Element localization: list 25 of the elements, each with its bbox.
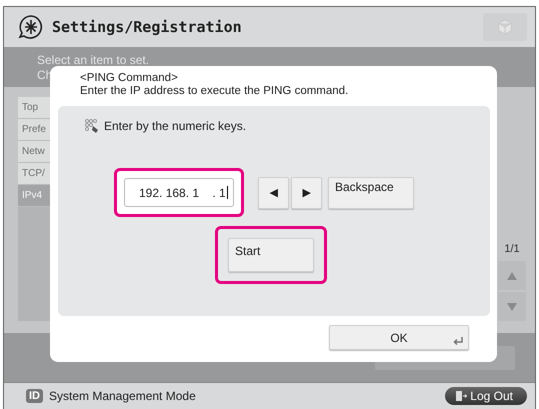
hint-text: Enter by the numeric keys. bbox=[104, 119, 246, 133]
down-triangle-icon bbox=[506, 302, 518, 312]
dialog-message: Enter the IP address to execute the PING command. bbox=[79, 85, 350, 98]
instruction-text: Select an item to set. bbox=[37, 53, 150, 68]
keypad-icon bbox=[84, 118, 100, 134]
door-icon bbox=[455, 390, 468, 402]
asterisk-gear-icon bbox=[18, 14, 44, 40]
logout-button[interactable]: Log Out bbox=[445, 387, 527, 405]
ok-button[interactable]: OK bbox=[329, 325, 469, 350]
cube-icon bbox=[496, 18, 514, 36]
screen-title: Settings/Registration bbox=[52, 18, 243, 36]
scroll-down-button[interactable] bbox=[498, 292, 526, 321]
up-triangle-icon bbox=[506, 270, 518, 280]
backspace-button[interactable]: Backspace bbox=[328, 176, 414, 208]
scroll-up-button[interactable] bbox=[498, 261, 526, 290]
page-indicator: 1/1 bbox=[504, 243, 520, 255]
enter-icon bbox=[452, 336, 464, 346]
ip-address-field[interactable]: 192. 168. 1 . 1 bbox=[124, 178, 234, 207]
dialog-title: <PING Command> bbox=[79, 72, 179, 85]
cursor-key[interactable]: ◀ bbox=[258, 176, 289, 208]
cube-button[interactable] bbox=[483, 13, 527, 41]
cursor-key[interactable]: ▶ bbox=[291, 176, 322, 208]
id-badge: ID bbox=[26, 389, 43, 403]
start-button[interactable]: Start bbox=[228, 238, 314, 272]
mode-label: System Management Mode bbox=[49, 389, 197, 403]
